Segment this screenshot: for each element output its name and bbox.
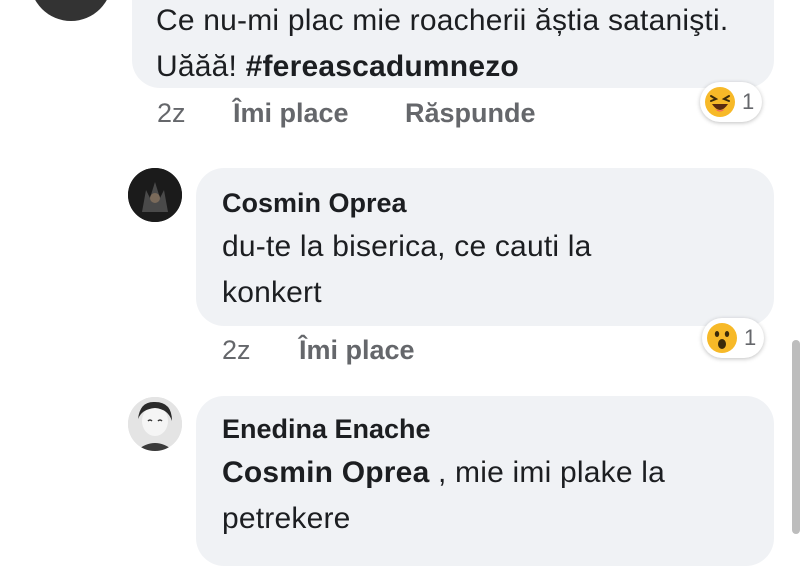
reply-button[interactable]: Răspunde: [405, 98, 536, 129]
comment-time: 2z: [157, 98, 186, 128]
reaction-count: 1: [742, 89, 755, 114]
reaction-badge[interactable]: 1: [702, 318, 765, 358]
mention-link[interactable]: Cosmin Oprea: [222, 456, 429, 489]
avatar-enedina-enache[interactable]: [128, 397, 182, 451]
comment-bubble-3: Enedina Enache Cosmin Oprea , mie imi pl…: [196, 396, 774, 566]
profile-picture: [128, 397, 182, 451]
avatar-commenter[interactable]: [30, 0, 112, 21]
reaction-count: 1: [744, 325, 757, 350]
avatar-cosmin-oprea[interactable]: [128, 168, 182, 222]
comment-bubble-1: Ce nu-mi plac mie roacherii ăștia satani…: [132, 0, 774, 88]
comment-bubble-2: Cosmin Oprea du-te la biserica, ce cauti…: [196, 168, 774, 326]
comment-author[interactable]: Enedina Enache: [222, 412, 750, 446]
scrollbar[interactable]: [792, 340, 800, 534]
comment-author[interactable]: Cosmin Oprea: [222, 186, 750, 220]
reaction-badge[interactable]: 1: [700, 82, 763, 122]
wow-emoji-icon: [707, 323, 737, 353]
comment-text: Cosmin Oprea , mie imi plake la petreker…: [222, 456, 665, 535]
comment-text: du-te la biserica, ce cauti la konkert: [222, 230, 592, 309]
like-button[interactable]: Îmi place: [299, 335, 415, 366]
comment-time: 2z: [222, 335, 251, 365]
hashtag-link[interactable]: #fereascadumnezo: [246, 50, 519, 83]
like-button[interactable]: Îmi place: [233, 98, 349, 129]
laugh-emoji-icon: [705, 87, 735, 117]
comment-text: Ce nu-mi plac mie roacherii ăștia satani…: [156, 4, 729, 83]
profile-picture: [128, 168, 182, 222]
